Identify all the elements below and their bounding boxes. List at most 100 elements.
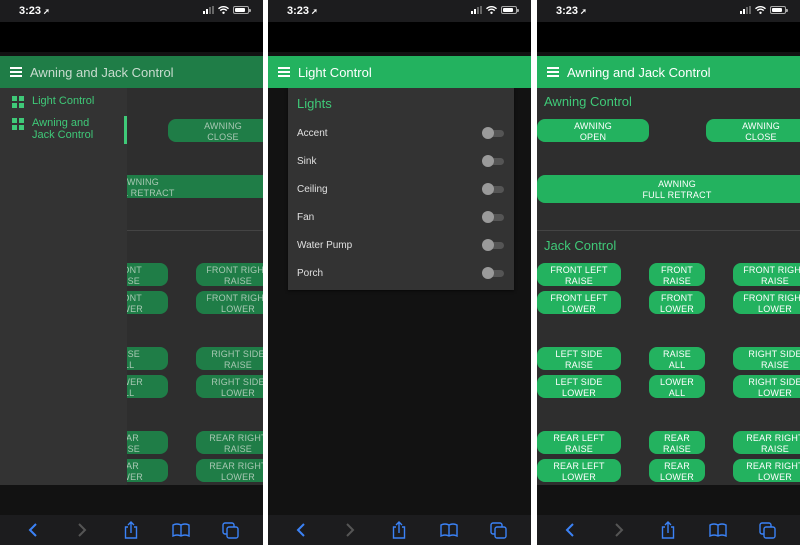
back-chevron-icon[interactable] (290, 519, 312, 541)
drawer-item-label: Awning and Jack Control (32, 117, 94, 141)
phone-screen-awning-jack: 3:23 ➚ Awning and Jack Control Awning Con… (537, 0, 800, 545)
rear-left-raise-button[interactable]: REAR LEFT RAISE (537, 431, 621, 454)
active-item-indicator (124, 116, 127, 144)
water-pump-toggle[interactable] (482, 239, 504, 251)
tabs-icon[interactable] (756, 519, 778, 541)
forward-chevron-icon[interactable] (339, 519, 361, 541)
front-raise-button[interactable]: FRONTRAISE (649, 263, 705, 286)
right-side-lower-button[interactable]: RIGHT SIDE LOWER (196, 375, 263, 398)
browser-url-area (0, 22, 263, 52)
tabs-icon[interactable] (487, 519, 509, 541)
phone-screen-light-control: 3:23 ➚ Light Control Lights Accent Sink C… (268, 0, 531, 545)
sink-toggle[interactable] (482, 155, 504, 167)
light-row-water-pump: Water Pump (297, 235, 504, 255)
app-header: Awning and Jack Control (0, 56, 263, 88)
page-title: Awning and Jack Control (567, 64, 711, 80)
browser-toolbar (537, 515, 800, 545)
location-arrow-icon: ➚ (43, 7, 50, 16)
rear-left-lower-button[interactable]: REAR LEFT LOWER (537, 459, 621, 482)
jack-control-heading: Jack Control (544, 238, 617, 253)
signal-icon (471, 6, 482, 14)
drawer-item-light-control[interactable]: Light Control (12, 95, 94, 108)
section-divider (537, 230, 800, 231)
share-icon[interactable] (657, 519, 679, 541)
left-side-raise-button[interactable]: LEFT SIDE RAISE (537, 347, 621, 370)
rear-right-lower-button[interactable]: REAR RIGHT LOWER (733, 459, 800, 482)
hamburger-menu-icon[interactable] (10, 67, 22, 77)
front-right-raise-button[interactable]: FRONT RIGHTRAISE (733, 263, 800, 286)
light-row-porch: Porch (297, 263, 504, 283)
lights-card-title: Lights (297, 96, 332, 111)
rear-raise-button[interactable]: REARRAISE (649, 431, 705, 454)
page-bottom-area (268, 485, 531, 515)
wifi-icon (755, 6, 766, 14)
front-right-raise-button[interactable]: FRONT RIGHTRAISE (196, 263, 263, 286)
right-side-raise-button[interactable]: RIGHT SIDE RAISE (733, 347, 800, 370)
rear-right-raise-button[interactable]: REAR RIGHT RAISE (196, 431, 263, 454)
awning-close-button[interactable]: AWNING CLOSE (706, 119, 800, 142)
rear-right-raise-button[interactable]: REAR RIGHT RAISE (733, 431, 800, 454)
hamburger-menu-icon[interactable] (547, 67, 559, 77)
light-row-sink: Sink (297, 151, 504, 171)
front-left-raise-button[interactable]: FRONT LEFT RAISE (537, 263, 621, 286)
bookmarks-icon[interactable] (707, 519, 729, 541)
front-right-lower-button[interactable]: FRONT RIGHTLOWER (196, 291, 263, 314)
browser-url-area (268, 22, 531, 52)
lower-all-button[interactable]: LOWERALL (649, 375, 705, 398)
status-icons (203, 6, 251, 14)
lights-card: Lights Accent Sink Ceiling Fan Water Pum… (288, 88, 514, 290)
porch-toggle[interactable] (482, 267, 504, 279)
battery-icon (233, 6, 251, 14)
status-time: 3:23 ➚ (19, 5, 50, 17)
front-left-lower-button[interactable]: FRONT LEFT LOWER (537, 291, 621, 314)
signal-icon (203, 6, 214, 14)
bookmarks-icon[interactable] (170, 519, 192, 541)
bookmarks-icon[interactable] (438, 519, 460, 541)
status-bar: 3:23 ➚ (0, 0, 263, 22)
app-header: Light Control (268, 56, 531, 88)
phone-screen-drawer: 3:23 ➚ Awning and Jack Control AWNING CLOS… (0, 0, 263, 545)
front-lower-button[interactable]: FRONTLOWER (649, 291, 705, 314)
light-label: Sink (297, 155, 317, 167)
light-label: Accent (297, 127, 328, 139)
light-row-ceiling: Ceiling (297, 179, 504, 199)
tabs-icon[interactable] (219, 519, 241, 541)
right-side-lower-button[interactable]: RIGHT SIDE LOWER (733, 375, 800, 398)
battery-icon (501, 6, 519, 14)
fan-toggle[interactable] (482, 211, 504, 223)
forward-chevron-icon[interactable] (608, 519, 630, 541)
back-chevron-icon[interactable] (559, 519, 581, 541)
page-title: Awning and Jack Control (30, 64, 174, 80)
page-title: Light Control (298, 64, 372, 80)
hamburger-menu-icon[interactable] (278, 67, 290, 77)
page-bottom-area (0, 485, 263, 515)
awning-open-button[interactable]: AWNING OPEN (537, 119, 649, 142)
share-icon[interactable] (388, 519, 410, 541)
status-time: 3:23 ➚ (287, 5, 318, 17)
light-label: Porch (297, 267, 324, 279)
battery-icon (770, 6, 788, 14)
left-side-lower-button[interactable]: LEFT SIDE LOWER (537, 375, 621, 398)
app-header: Awning and Jack Control (537, 56, 800, 88)
light-label: Water Pump (297, 239, 353, 251)
forward-chevron-icon[interactable] (71, 519, 93, 541)
right-side-raise-button[interactable]: RIGHT SIDE RAISE (196, 347, 263, 370)
accent-toggle[interactable] (482, 127, 504, 139)
wifi-icon (218, 6, 229, 14)
rear-lower-button[interactable]: REARLOWER (649, 459, 705, 482)
wifi-icon (486, 6, 497, 14)
back-chevron-icon[interactable] (22, 519, 44, 541)
awning-close-button[interactable]: AWNING CLOSE (168, 119, 263, 142)
ceiling-toggle[interactable] (482, 183, 504, 195)
raise-all-button[interactable]: RAISEALL (649, 347, 705, 370)
awning-full-retract-button[interactable]: AWNING FULL RETRACT (537, 175, 800, 203)
front-right-lower-button[interactable]: FRONT RIGHTLOWER (733, 291, 800, 314)
status-icons (471, 6, 519, 14)
share-icon[interactable] (120, 519, 142, 541)
awning-control-heading: Awning Control (544, 94, 632, 109)
drawer-item-awning-jack-control[interactable]: Awning and Jack Control (12, 117, 112, 141)
status-bar: 3:23 ➚ (268, 0, 531, 22)
rear-right-lower-button[interactable]: REAR RIGHT LOWER (196, 459, 263, 482)
light-control-page: Lights Accent Sink Ceiling Fan Water Pum… (268, 88, 531, 485)
light-label: Fan (297, 211, 315, 223)
